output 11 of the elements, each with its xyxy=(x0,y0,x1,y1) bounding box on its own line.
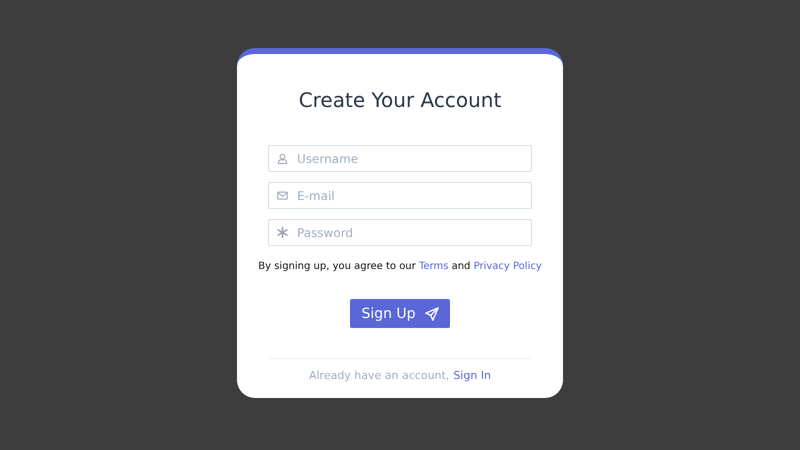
policy-link[interactable]: Terms xyxy=(418,261,448,272)
input-field[interactable]: Username xyxy=(268,145,532,172)
sign-up-button[interactable]: Sign Up xyxy=(350,299,450,328)
input-field[interactable]: Password xyxy=(268,219,532,246)
footer-text: Already have an account, xyxy=(308,369,450,382)
policy-link[interactable]: Privacy Policy xyxy=(474,261,542,272)
paper-plane-icon xyxy=(424,306,439,320)
agreement-text: By signing up, you agree to our Terms and Privacy Policy xyxy=(258,261,542,272)
form-title: Create Your Account xyxy=(298,87,502,114)
sign-in-link[interactable]: Sign In xyxy=(453,369,492,382)
input-field[interactable]: E-mail xyxy=(268,182,532,209)
